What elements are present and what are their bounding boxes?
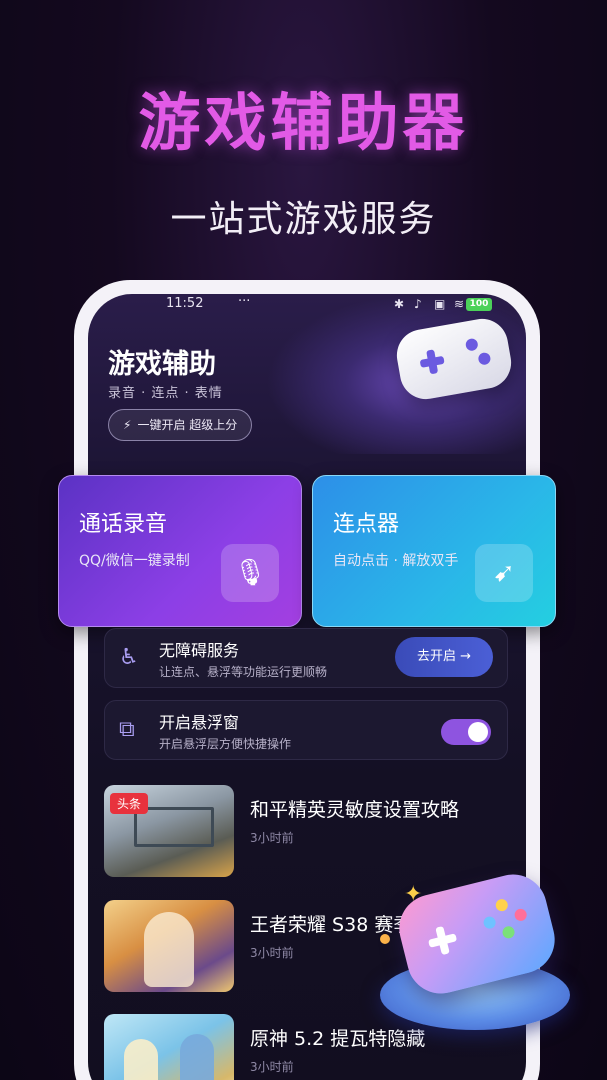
news-thumbnail — [104, 1014, 234, 1080]
news-thumbnail: 头条 — [104, 785, 234, 877]
floating-window-toggle[interactable] — [441, 719, 491, 745]
popout-window-icon: ⧉ — [119, 717, 135, 742]
wheelchair-icon: ♿ — [119, 645, 139, 670]
card-title: 通话录音 — [79, 512, 168, 537]
page-subtitle: 录音 · 连点 · 表情 — [108, 386, 223, 401]
news-title: 和平精英灵敏度设置攻略 — [250, 799, 460, 821]
gamepad-button-icon — [482, 915, 497, 930]
news-item[interactable]: 头条 和平精英灵敏度设置攻略 3小时前 — [104, 785, 544, 877]
promo-headline: 游戏辅助器 — [138, 86, 469, 159]
battery-icon: 100 — [466, 298, 492, 311]
news-time: 3小时前 — [250, 1060, 294, 1074]
toggle-knob — [468, 722, 488, 742]
character-figure — [144, 912, 194, 987]
quick-start-button[interactable]: ⚡ 一键开启 超级上分 — [108, 409, 253, 441]
dpad-icon — [418, 348, 446, 376]
accessibility-row: ♿ 无障碍服务 让连点、悬浮等功能运行更顺畅 去开启 → — [104, 628, 508, 688]
news-thumbnail — [104, 900, 234, 992]
gamepad-button-icon — [494, 897, 510, 913]
mute-icon: ♪ — [414, 297, 422, 311]
card-title: 连点器 — [333, 512, 400, 537]
promo-tagline: 一站式游戏服务 — [170, 199, 437, 240]
enable-accessibility-button[interactable]: 去开启 → — [395, 637, 493, 677]
auto-clicker-card[interactable]: 连点器 自动点击 · 解放双手 ➹ — [312, 475, 556, 627]
row-title: 无障碍服务 — [159, 641, 240, 660]
bluetooth-icon: ✱ — [394, 297, 405, 311]
news-time: 3小时前 — [250, 946, 294, 960]
signal-icon: ▣ — [434, 297, 446, 311]
character-figure — [124, 1039, 158, 1080]
gamepad-button-icon — [513, 907, 528, 923]
row-subtitle: 让连点、悬浮等功能运行更顺畅 — [159, 665, 328, 679]
gamepad-button-icon — [464, 337, 479, 352]
status-time: 11:52 — [166, 296, 204, 311]
gamepad-button-icon — [501, 925, 516, 940]
quick-start-label: 一键开启 超级上分 — [137, 418, 238, 432]
lightning-icon: ⚡ — [123, 418, 132, 432]
microphone-icon: 🎙 — [221, 544, 279, 602]
floating-window-row: ⧉ 开启悬浮窗 开启悬浮层方便快捷操作 — [104, 700, 508, 760]
status-bar: 11:52 ··· ✱ ♪ ▣ ≋ 100 — [88, 294, 526, 314]
floating-gamepad-icon[interactable] — [380, 867, 570, 1060]
dpad-icon — [426, 924, 460, 958]
headline-tag: 头条 — [110, 793, 149, 814]
page-title: 游戏辅助 — [108, 349, 216, 380]
character-figure — [180, 1034, 214, 1080]
tap-cursor-icon: ➹ — [475, 544, 533, 602]
row-subtitle: 开启悬浮层方便快捷操作 — [159, 737, 292, 751]
call-recording-card[interactable]: 通话录音 QQ/微信一键录制 🎙 — [58, 475, 302, 627]
row-title: 开启悬浮窗 — [159, 713, 240, 732]
wifi-icon: ≋ — [454, 297, 465, 311]
gamepad-button-icon — [477, 351, 492, 366]
news-time: 3小时前 — [250, 831, 294, 845]
status-more-icon: ··· — [238, 294, 251, 309]
